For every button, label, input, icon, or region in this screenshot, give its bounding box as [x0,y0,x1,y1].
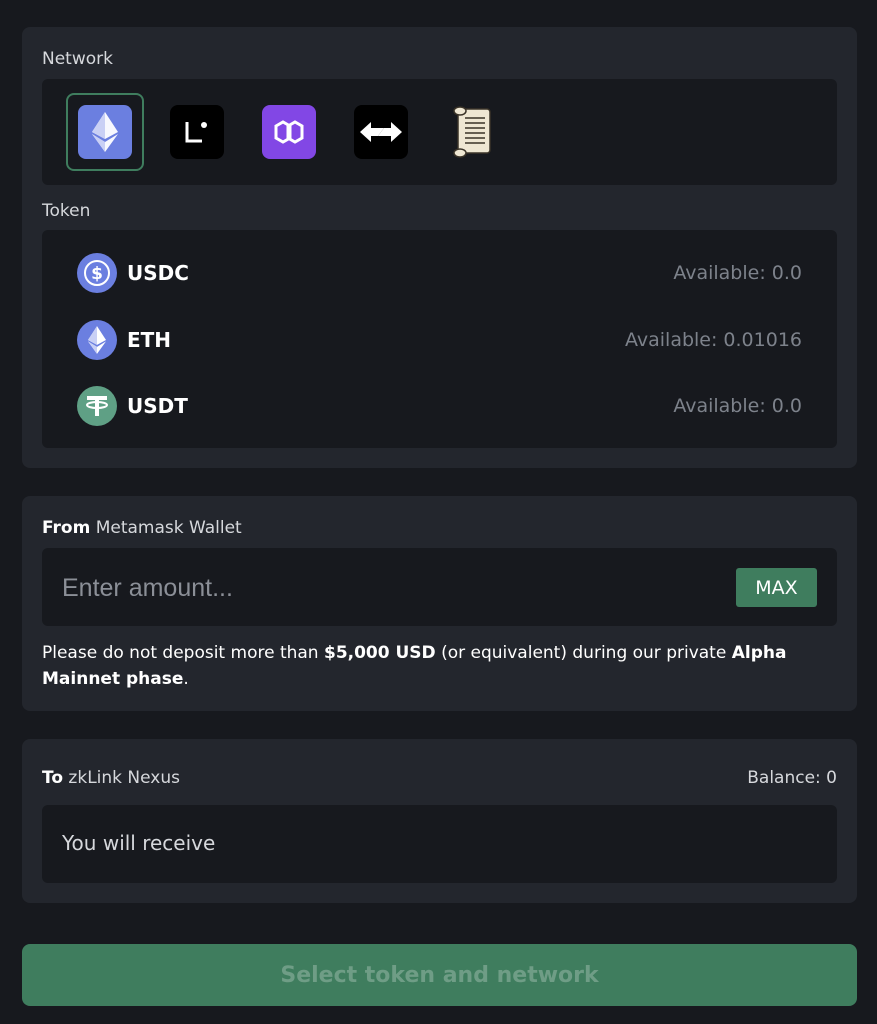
receive-box: You will receive [42,805,837,883]
token-row-eth[interactable]: ETH Available: 0.01016 [42,310,837,370]
notice-text: Please do not deposit more than [42,643,324,663]
balance-text: Balance: 0 [747,768,837,788]
token-available: Available: 0.0 [673,395,802,417]
token-row-usdc[interactable]: $ USDC Available: 0.0 [42,243,837,303]
network-token-card: Network Token $ USDC Available: 0.0 ETH … [22,27,857,468]
receive-text: You will receive [62,831,216,855]
notice-limit: $5,000 USD [323,643,436,663]
token-available: Available: 0.0 [673,262,802,284]
network-selector [42,79,837,185]
to-label: To zkLink Nexus [42,768,180,788]
network-linea[interactable] [158,93,236,171]
scroll-icon [446,105,500,159]
network-label: Network [42,49,113,69]
token-list: $ USDC Available: 0.0 ETH Available: 0.0… [42,230,837,448]
to-card: To zkLink Nexus Balance: 0 You will rece… [22,739,857,903]
svg-text:$: $ [91,264,103,284]
from-label-wallet: Metamask Wallet [90,518,242,538]
amount-input[interactable] [62,568,722,608]
polygon-icon [262,105,316,159]
max-button[interactable]: MAX [736,568,817,607]
notice-text: (or equivalent) during our private [435,643,732,663]
submit-button[interactable]: Select token and network [22,944,857,1006]
network-ethereum[interactable] [66,93,144,171]
token-symbol: ETH [127,328,172,352]
amount-box: MAX [42,548,837,626]
token-row-usdt[interactable]: USDT Available: 0.0 [42,376,837,436]
token-available: Available: 0.01016 [624,329,802,351]
usdc-icon: $ [77,253,117,293]
token-label: Token [42,201,91,221]
network-swap[interactable] [342,93,420,171]
network-scroll[interactable] [434,93,512,171]
token-symbol: USDT [127,394,188,418]
to-label-bold: To [42,768,64,788]
deposit-notice: Please do not deposit more than $5,000 U… [42,640,842,692]
usdt-icon [77,386,117,426]
notice-text: . [183,669,189,689]
eth-icon [77,320,117,360]
from-card: From Metamask Wallet MAX Please do not d… [22,496,857,711]
linea-icon [170,105,224,159]
from-label-bold: From [42,518,91,538]
swap-arrows-icon [354,105,408,159]
to-label-destination: zkLink Nexus [63,768,180,788]
token-symbol: USDC [127,261,189,285]
ethereum-icon [78,105,132,159]
from-label: From Metamask Wallet [42,518,242,538]
network-polygon[interactable] [250,93,328,171]
